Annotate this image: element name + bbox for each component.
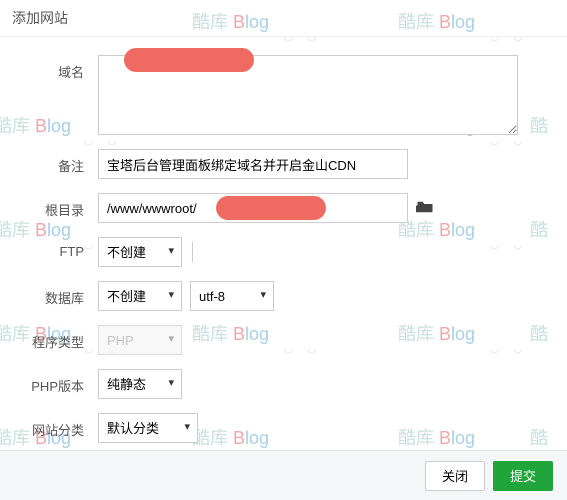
label-php: PHP版本 <box>30 369 98 395</box>
label-root: 根目录 <box>30 193 98 219</box>
label-db: 数据库 <box>30 281 98 307</box>
close-button[interactable]: 关闭 <box>425 461 485 491</box>
folder-icon[interactable] <box>416 199 434 218</box>
divider <box>192 242 193 262</box>
dialog-title: 添加网站 <box>0 0 567 37</box>
redacted-root <box>216 196 326 220</box>
php-select[interactable]: 纯静态 <box>98 369 182 399</box>
label-ftp: FTP <box>30 237 98 259</box>
ftp-select[interactable]: 不创建 <box>98 237 182 267</box>
note-input[interactable] <box>98 149 408 179</box>
label-domain: 域名 <box>30 55 98 81</box>
submit-button[interactable]: 提交 <box>493 461 553 491</box>
label-program: 程序类型 <box>30 325 98 351</box>
db-charset-select[interactable]: utf-8 <box>190 281 274 311</box>
program-select: PHP <box>98 325 182 355</box>
category-select[interactable]: 默认分类 <box>98 413 198 443</box>
db-select[interactable]: 不创建 <box>98 281 182 311</box>
redacted-domain <box>124 48 254 72</box>
label-note: 备注 <box>30 149 98 175</box>
label-category: 网站分类 <box>30 413 98 439</box>
